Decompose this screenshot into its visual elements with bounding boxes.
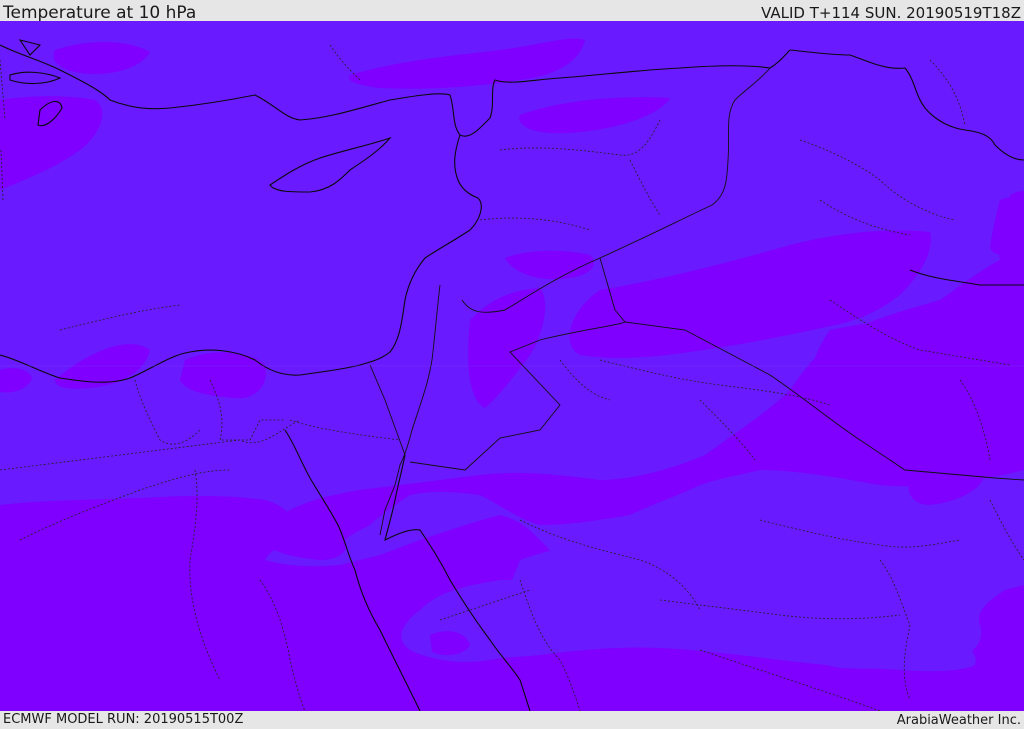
valid-time: VALID T+114 SUN. 20190519T18Z bbox=[761, 4, 1021, 22]
model-run: ECMWF MODEL RUN: 20190515T00Z bbox=[3, 712, 244, 727]
temperature-map bbox=[0, 21, 1024, 711]
map-title: Temperature at 10 hPa bbox=[3, 3, 197, 23]
credit-label: ArabiaWeather Inc. bbox=[896, 713, 1021, 728]
